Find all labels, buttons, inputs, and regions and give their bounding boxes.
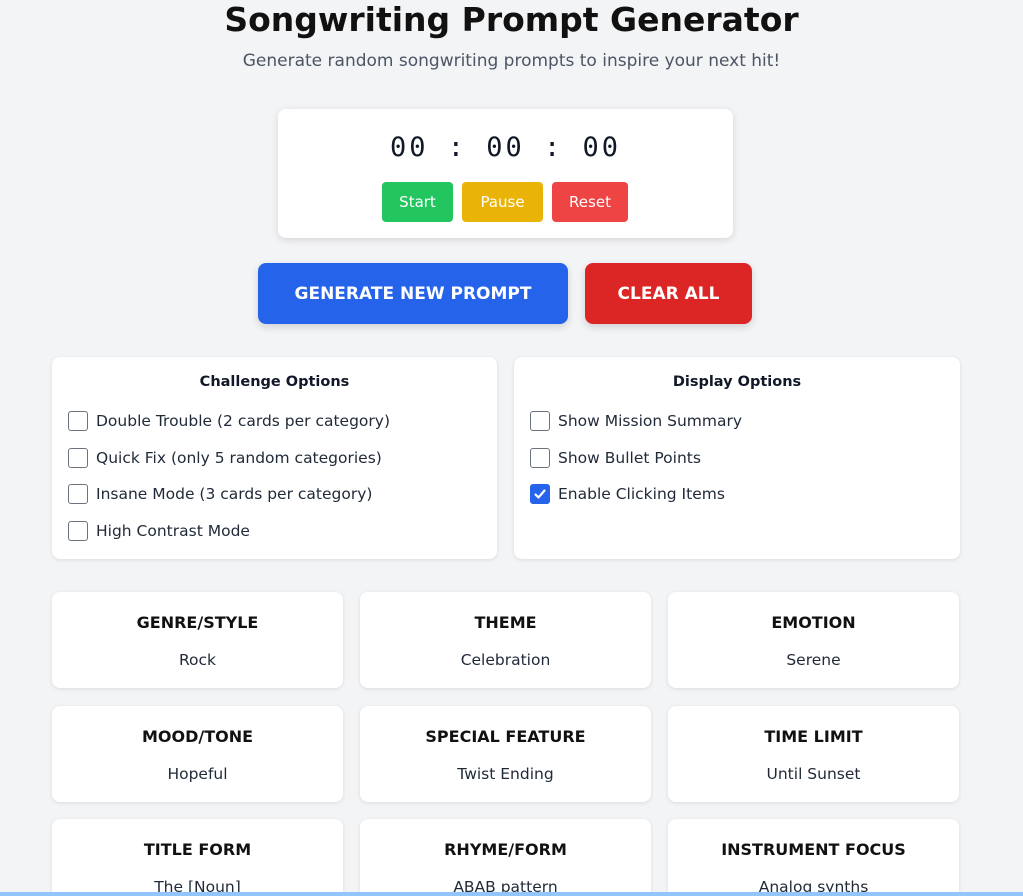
challenge-options-panel: Challenge Options Double Trouble (2 card… [52, 357, 497, 559]
viewport-bottom-edge [0, 892, 1023, 896]
option-label: Enable Clicking Items [558, 485, 725, 503]
category-card-mood[interactable]: MOOD/TONE Hopeful [52, 706, 343, 802]
checkbox[interactable] [68, 411, 88, 431]
timer-seconds: 00 [582, 132, 622, 163]
generate-prompt-button[interactable]: GENERATE NEW PROMPT [258, 263, 568, 324]
category-value[interactable]: Until Sunset [668, 765, 959, 783]
option-enable-clicking-items[interactable]: Enable Clicking Items [530, 483, 725, 505]
category-card-genre[interactable]: GENRE/STYLE Rock [52, 592, 343, 688]
timer-hours: 00 [389, 132, 429, 163]
display-options-heading: Display Options [672, 374, 802, 390]
timer-reset-button[interactable]: Reset [552, 182, 628, 222]
option-insane-mode[interactable]: Insane Mode (3 cards per category) [68, 483, 372, 505]
checkbox[interactable] [68, 521, 88, 541]
option-high-contrast[interactable]: High Contrast Mode [68, 520, 250, 542]
timer-separator: : [428, 132, 487, 163]
option-show-mission-summary[interactable]: Show Mission Summary [530, 410, 742, 432]
option-double-trouble[interactable]: Double Trouble (2 cards per category) [68, 410, 390, 432]
option-label: Double Trouble (2 cards per category) [96, 412, 391, 430]
category-card-rhyme-form[interactable]: RHYME/FORM ABAB pattern [360, 819, 651, 896]
checkmark-icon [534, 489, 546, 499]
checkbox[interactable] [68, 484, 88, 504]
category-title: INSTRUMENT FOCUS [721, 840, 906, 859]
category-title: MOOD/TONE [141, 727, 254, 746]
category-card-theme[interactable]: THEME Celebration [360, 592, 651, 688]
option-label: Show Mission Summary [558, 412, 743, 430]
checkbox-checked[interactable] [530, 484, 550, 504]
category-value[interactable]: Serene [668, 651, 959, 669]
clear-all-button[interactable]: CLEAR ALL [585, 263, 752, 324]
checkbox[interactable] [530, 411, 550, 431]
category-title: TITLE FORM [143, 840, 252, 859]
option-label: High Contrast Mode [96, 522, 250, 540]
category-card-time-limit[interactable]: TIME LIMIT Until Sunset [668, 706, 959, 802]
checkbox[interactable] [530, 448, 550, 468]
category-title: RHYME/FORM [444, 840, 567, 859]
option-quick-fix[interactable]: Quick Fix (only 5 random categories) [68, 447, 382, 469]
option-label: Quick Fix (only 5 random categories) [96, 449, 382, 467]
category-title: GENRE/STYLE [136, 613, 259, 632]
category-card-title-form[interactable]: TITLE FORM The [Noun] [52, 819, 343, 896]
challenge-options-heading: Challenge Options [199, 374, 350, 390]
timer-pause-button[interactable]: Pause [462, 182, 543, 222]
checkbox[interactable] [68, 448, 88, 468]
category-value[interactable]: Celebration [360, 651, 651, 669]
option-label: Show Bullet Points [558, 449, 701, 467]
category-value[interactable]: Rock [52, 651, 343, 669]
timer-start-button[interactable]: Start [382, 182, 453, 222]
category-value[interactable]: Twist Ending [360, 765, 651, 783]
timer-minutes: 00 [486, 132, 525, 163]
timer-separator: : [524, 132, 583, 163]
display-options-panel: Display Options Show Mission Summary Sho… [514, 357, 960, 559]
page: Songwriting Prompt Generator Generate ra… [0, 0, 1023, 896]
option-label: Insane Mode (3 cards per category) [96, 485, 373, 503]
timer-display: 00 : 00 : 00 [0, 131, 1011, 165]
category-title: TIME LIMIT [764, 727, 863, 746]
category-card-emotion[interactable]: EMOTION Serene [668, 592, 959, 688]
page-subtitle: Generate random songwriting prompts to i… [242, 51, 781, 71]
category-card-instrument-focus[interactable]: INSTRUMENT FOCUS Analog synths [668, 819, 959, 896]
category-title: THEME [474, 613, 537, 632]
category-title: EMOTION [771, 613, 856, 632]
category-value[interactable]: Hopeful [52, 765, 343, 783]
category-title: SPECIAL FEATURE [425, 727, 586, 746]
category-card-special-feature[interactable]: SPECIAL FEATURE Twist Ending [360, 706, 651, 802]
option-show-bullet-points[interactable]: Show Bullet Points [530, 447, 701, 469]
page-title: Songwriting Prompt Generator [224, 0, 799, 39]
